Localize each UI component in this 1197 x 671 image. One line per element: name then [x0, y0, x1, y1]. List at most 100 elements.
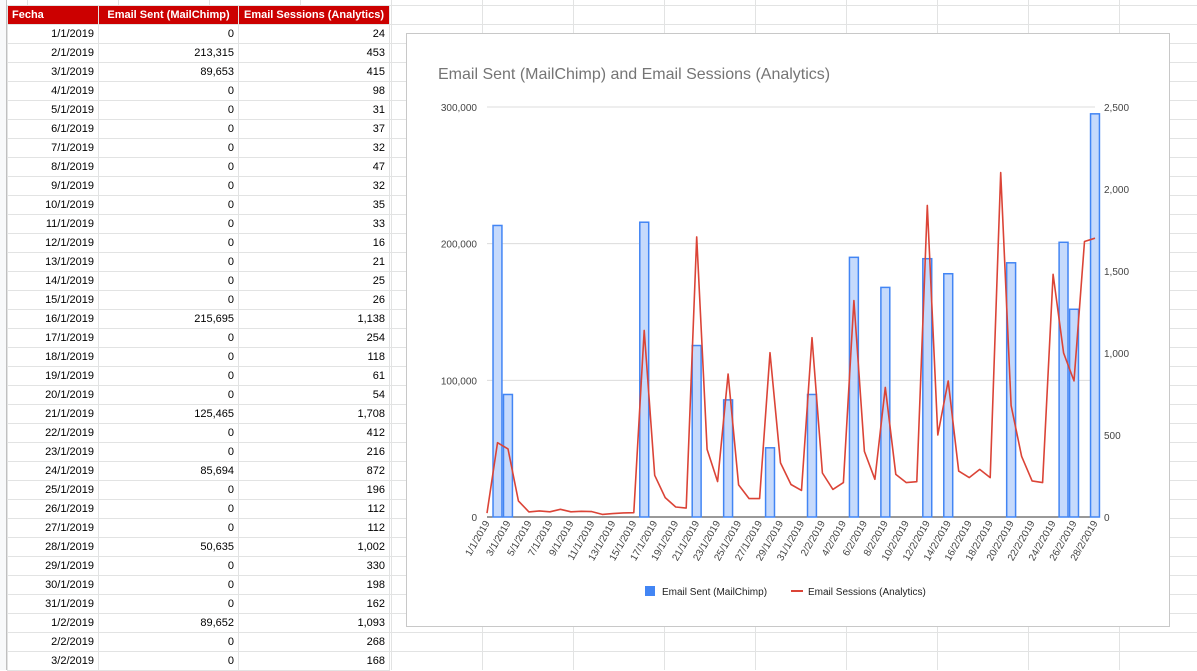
header-email-sent[interactable]: Email Sent (MailChimp) [98, 5, 239, 25]
cell-email-sent[interactable]: 85,694 [98, 461, 239, 481]
cell-email-sessions[interactable]: 453 [238, 43, 390, 63]
cell-email-sessions[interactable]: 168 [238, 651, 390, 671]
cell-fecha[interactable]: 3/2/2019 [7, 651, 99, 671]
cell-fecha[interactable]: 18/1/2019 [7, 347, 99, 367]
cell-email-sessions[interactable]: 31 [238, 100, 390, 120]
cell-email-sessions[interactable]: 16 [238, 233, 390, 253]
cell-fecha[interactable]: 3/1/2019 [7, 62, 99, 82]
cell-email-sessions[interactable]: 21 [238, 252, 390, 272]
cell-email-sessions[interactable]: 268 [238, 632, 390, 652]
cell-email-sent[interactable]: 0 [98, 480, 239, 500]
cell-fecha[interactable]: 30/1/2019 [7, 575, 99, 595]
cell-fecha[interactable]: 31/1/2019 [7, 594, 99, 614]
cell-email-sent[interactable]: 0 [98, 271, 239, 291]
cell-fecha[interactable]: 29/1/2019 [7, 556, 99, 576]
cell-fecha[interactable]: 8/1/2019 [7, 157, 99, 177]
cell-email-sessions[interactable]: 118 [238, 347, 390, 367]
cell-email-sessions[interactable]: 412 [238, 423, 390, 443]
cell-email-sent[interactable]: 0 [98, 138, 239, 158]
cell-fecha[interactable]: 6/1/2019 [7, 119, 99, 139]
cell-email-sessions[interactable]: 35 [238, 195, 390, 215]
cell-fecha[interactable]: 17/1/2019 [7, 328, 99, 348]
cell-fecha[interactable]: 20/1/2019 [7, 385, 99, 405]
cell-email-sessions[interactable]: 26 [238, 290, 390, 310]
cell-email-sent[interactable]: 0 [98, 651, 239, 671]
cell-email-sessions[interactable]: 37 [238, 119, 390, 139]
cell-email-sent[interactable]: 0 [98, 366, 239, 386]
combo-chart[interactable]: Email Sent (MailChimp) and Email Session… [406, 33, 1170, 627]
cell-email-sent[interactable]: 0 [98, 632, 239, 652]
cell-email-sent[interactable]: 0 [98, 347, 239, 367]
cell-email-sent[interactable]: 0 [98, 214, 239, 234]
cell-email-sent[interactable]: 0 [98, 556, 239, 576]
cell-fecha[interactable]: 24/1/2019 [7, 461, 99, 481]
cell-fecha[interactable]: 14/1/2019 [7, 271, 99, 291]
cell-email-sessions[interactable]: 112 [238, 518, 390, 538]
cell-email-sent[interactable]: 0 [98, 575, 239, 595]
cell-email-sent[interactable]: 0 [98, 195, 239, 215]
cell-email-sent[interactable]: 0 [98, 252, 239, 272]
cell-email-sessions[interactable]: 872 [238, 461, 390, 481]
cell-email-sessions[interactable]: 162 [238, 594, 390, 614]
cell-fecha[interactable]: 2/1/2019 [7, 43, 99, 63]
cell-email-sent[interactable]: 0 [98, 594, 239, 614]
cell-email-sessions[interactable]: 216 [238, 442, 390, 462]
cell-email-sessions[interactable]: 25 [238, 271, 390, 291]
cell-email-sessions[interactable]: 112 [238, 499, 390, 519]
cell-fecha[interactable]: 2/2/2019 [7, 632, 99, 652]
cell-fecha[interactable]: 4/1/2019 [7, 81, 99, 101]
cell-fecha[interactable]: 12/1/2019 [7, 233, 99, 253]
cell-fecha[interactable]: 10/1/2019 [7, 195, 99, 215]
cell-fecha[interactable]: 13/1/2019 [7, 252, 99, 272]
cell-fecha[interactable]: 26/1/2019 [7, 499, 99, 519]
cell-email-sent[interactable]: 0 [98, 81, 239, 101]
cell-email-sent[interactable]: 89,652 [98, 613, 239, 633]
cell-email-sessions[interactable]: 254 [238, 328, 390, 348]
cell-email-sent[interactable]: 0 [98, 157, 239, 177]
cell-fecha[interactable]: 16/1/2019 [7, 309, 99, 329]
cell-email-sessions[interactable]: 1,708 [238, 404, 390, 424]
cell-email-sent[interactable]: 0 [98, 24, 239, 44]
cell-email-sessions[interactable]: 32 [238, 176, 390, 196]
cell-fecha[interactable]: 1/1/2019 [7, 24, 99, 44]
header-email-sessions[interactable]: Email Sessions (Analytics) [238, 5, 390, 25]
cell-email-sent[interactable]: 0 [98, 442, 239, 462]
cell-email-sessions[interactable]: 47 [238, 157, 390, 177]
cell-email-sessions[interactable]: 61 [238, 366, 390, 386]
cell-fecha[interactable]: 22/1/2019 [7, 423, 99, 443]
cell-fecha[interactable]: 27/1/2019 [7, 518, 99, 538]
cell-fecha[interactable]: 7/1/2019 [7, 138, 99, 158]
cell-email-sent[interactable]: 0 [98, 290, 239, 310]
cell-email-sent[interactable]: 0 [98, 423, 239, 443]
cell-email-sent[interactable]: 0 [98, 328, 239, 348]
cell-email-sent[interactable]: 50,635 [98, 537, 239, 557]
cell-email-sessions[interactable]: 32 [238, 138, 390, 158]
cell-email-sent[interactable]: 0 [98, 385, 239, 405]
cell-email-sessions[interactable]: 1,002 [238, 537, 390, 557]
cell-fecha[interactable]: 25/1/2019 [7, 480, 99, 500]
cell-fecha[interactable]: 23/1/2019 [7, 442, 99, 462]
cell-fecha[interactable]: 15/1/2019 [7, 290, 99, 310]
cell-email-sessions[interactable]: 98 [238, 81, 390, 101]
header-fecha[interactable]: Fecha [7, 5, 99, 25]
cell-email-sessions[interactable]: 198 [238, 575, 390, 595]
cell-email-sent[interactable]: 0 [98, 119, 239, 139]
cell-email-sessions[interactable]: 54 [238, 385, 390, 405]
cell-fecha[interactable]: 28/1/2019 [7, 537, 99, 557]
cell-email-sent[interactable]: 0 [98, 100, 239, 120]
cell-email-sent[interactable]: 0 [98, 233, 239, 253]
cell-fecha[interactable]: 21/1/2019 [7, 404, 99, 424]
cell-email-sessions[interactable]: 33 [238, 214, 390, 234]
cell-email-sessions[interactable]: 1,093 [238, 613, 390, 633]
cell-fecha[interactable]: 9/1/2019 [7, 176, 99, 196]
cell-email-sent[interactable]: 213,315 [98, 43, 239, 63]
cell-email-sessions[interactable]: 1,138 [238, 309, 390, 329]
cell-email-sent[interactable]: 0 [98, 518, 239, 538]
cell-email-sent[interactable]: 125,465 [98, 404, 239, 424]
cell-email-sent[interactable]: 0 [98, 176, 239, 196]
cell-fecha[interactable]: 11/1/2019 [7, 214, 99, 234]
cell-fecha[interactable]: 5/1/2019 [7, 100, 99, 120]
cell-email-sessions[interactable]: 196 [238, 480, 390, 500]
cell-email-sent[interactable]: 89,653 [98, 62, 239, 82]
cell-fecha[interactable]: 19/1/2019 [7, 366, 99, 386]
